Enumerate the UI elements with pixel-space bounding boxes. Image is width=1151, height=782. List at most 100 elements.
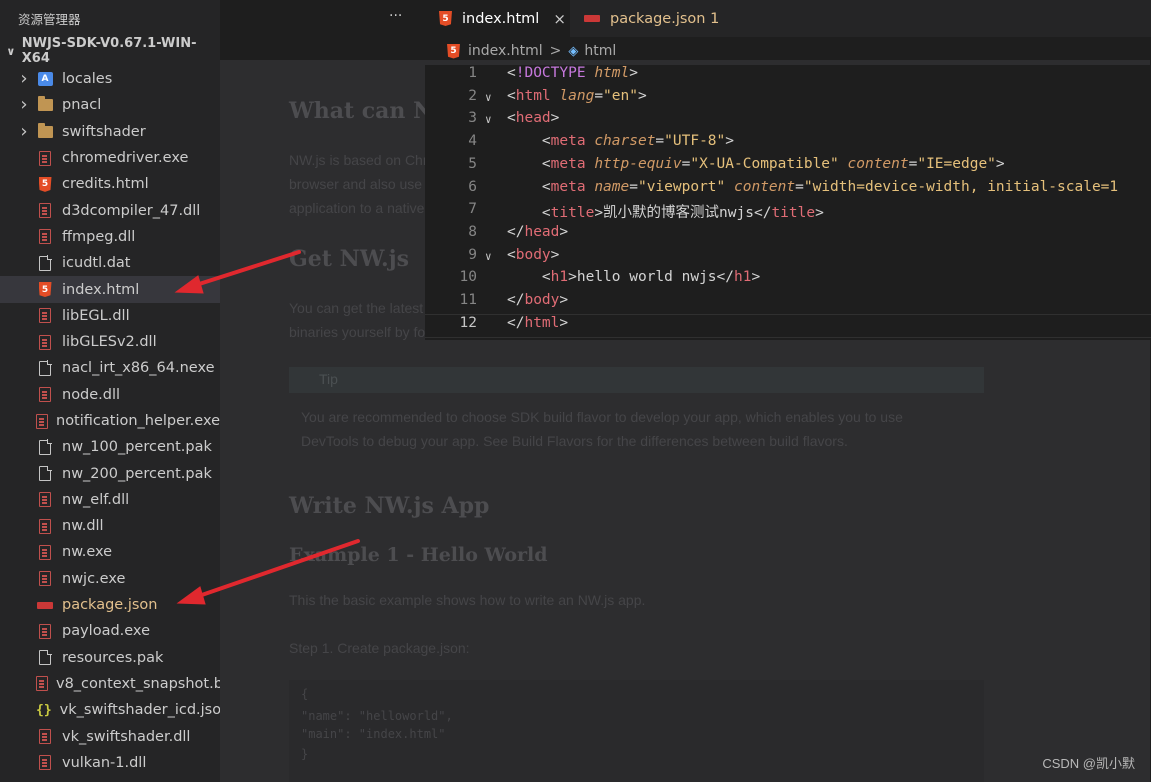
npm-icon xyxy=(584,15,600,22)
binary-file-icon xyxy=(36,307,54,325)
binary-file-icon xyxy=(36,386,54,404)
code-line: 9 ∨ <body> xyxy=(425,247,1151,270)
tree-item-label: libGLESv2.dll xyxy=(62,334,157,351)
tree-item-label: libEGL.dll xyxy=(62,307,130,324)
tree-item-label: icudtl.dat xyxy=(62,255,131,272)
tree-folder-pnacl[interactable]: › pnacl xyxy=(0,92,220,118)
breadcrumb: 5 index.html > ◈ html xyxy=(425,37,1151,65)
code-line-current: 12 </html> xyxy=(425,313,1151,339)
doc-heading-get: Get NW.js xyxy=(289,246,410,272)
binary-file-icon xyxy=(36,675,48,693)
code-line: 3 ∨ <head> xyxy=(425,110,1151,133)
tree-file-index-html[interactable]: 5 index.html xyxy=(0,276,220,303)
tree-item-label: d3dcompiler_47.dll xyxy=(62,202,201,219)
tree-item-label: locales xyxy=(62,71,113,88)
tree-file-node-dll[interactable]: node.dll xyxy=(0,382,220,408)
breadcrumb-file[interactable]: index.html xyxy=(468,43,543,59)
tree-item-label: nw_elf.dll xyxy=(62,491,130,508)
binary-file-icon xyxy=(36,570,54,588)
tree-item-label: index.html xyxy=(62,281,140,298)
more-actions-icon[interactable]: ··· xyxy=(389,8,402,24)
tree-file-vk-swiftshader-icd-json[interactable]: {} vk_swiftshader_icd.json xyxy=(0,697,220,723)
binary-file-icon xyxy=(36,333,54,351)
tree-file-payload-exe[interactable]: payload.exe xyxy=(0,618,220,644)
line-number: 7 xyxy=(468,201,477,218)
tree-item-label: nacl_irt_x86_64.nexe xyxy=(62,360,215,377)
fold-chevron-icon[interactable]: ∨ xyxy=(485,91,492,104)
json-icon: {} xyxy=(36,702,52,718)
code-line: 6 <meta name="viewport" content="width=d… xyxy=(425,179,1151,202)
tree-file-nw-200-percent-pak[interactable]: nw_200_percent.pak xyxy=(0,460,220,486)
tab-label: package.json 1 xyxy=(610,10,720,27)
tree-item-label: credits.html xyxy=(62,176,149,193)
tree-item-label: node.dll xyxy=(62,386,121,403)
tab-package-json[interactable]: package.json 1 xyxy=(570,0,730,37)
tree-file-resources-pak[interactable]: resources.pak xyxy=(0,645,220,671)
folder-icon xyxy=(36,96,54,114)
tree-item-label: nw.dll xyxy=(62,518,104,535)
tree-file-v8-context-snapshot-bin[interactable]: v8_context_snapshot.bin xyxy=(0,671,220,697)
tree-item-label: chromedriver.exe xyxy=(62,150,189,167)
binary-file-icon xyxy=(36,622,54,640)
file-icon xyxy=(36,465,54,483)
doc-code-block: { "name": "helloworld", "main": "index.h… xyxy=(289,680,984,782)
tree-item-label: ffmpeg.dll xyxy=(62,228,136,245)
code-line: 5 <meta http-equiv="X-UA-Compatible" con… xyxy=(425,156,1151,179)
tree-file-nw-dll[interactable]: nw.dll xyxy=(0,513,220,539)
fold-chevron-icon[interactable]: ∨ xyxy=(485,113,492,126)
tree-item-label: v8_context_snapshot.bin xyxy=(56,675,220,692)
doc-heading-example: Example 1 - Hello World xyxy=(289,544,548,566)
tree-file-vk-swiftshader-dll[interactable]: vk_swiftshader.dll xyxy=(0,723,220,749)
tree-file-vulkan-1-dll[interactable]: vulkan-1.dll xyxy=(0,750,220,776)
tree-folder-locales[interactable]: › Alocales xyxy=(0,66,220,92)
close-icon[interactable]: × xyxy=(553,10,566,28)
tree-file-nw-exe[interactable]: nw.exe xyxy=(0,539,220,565)
file-icon xyxy=(36,254,54,272)
tree-item-label: nw_100_percent.pak xyxy=(62,439,212,456)
doc-heading-write: Write NW.js App xyxy=(289,493,490,519)
tab-index-html[interactable]: 5 index.html × xyxy=(425,0,570,37)
editor-tab-bar: 5 index.html × package.json 1 xyxy=(425,0,1151,37)
tree-file-ffmpeg-dll[interactable]: ffmpeg.dll xyxy=(0,224,220,250)
breadcrumb-separator: > xyxy=(549,43,562,59)
tree-item-label: package.json xyxy=(62,597,158,614)
line-number: 10 xyxy=(459,269,477,286)
doc-tip-box: Tip xyxy=(289,367,984,393)
breadcrumb-symbol[interactable]: html xyxy=(584,43,616,59)
line-number: 4 xyxy=(468,133,477,150)
tree-item-label: nwjc.exe xyxy=(62,570,126,587)
symbol-element-icon: ◈ xyxy=(568,43,579,59)
explorer-header: 资源管理器 xyxy=(0,0,220,36)
binary-file-icon xyxy=(36,412,48,430)
tree-file-d3dcompiler-47-dll[interactable]: d3dcompiler_47.dll xyxy=(0,197,220,223)
tree-file-nw-elf-dll[interactable]: nw_elf.dll xyxy=(0,487,220,513)
fold-chevron-icon[interactable]: ∨ xyxy=(485,250,492,263)
tree-file-credits-html[interactable]: 5 credits.html xyxy=(0,171,220,197)
code-line: 11 </body> xyxy=(425,292,1151,315)
tree-file-notification-helper-exe[interactable]: notification_helper.exe xyxy=(0,408,220,434)
line-number: 1 xyxy=(468,65,477,81)
line-number: 12 xyxy=(459,314,477,331)
binary-file-icon xyxy=(36,728,54,746)
tree-item-label: resources.pak xyxy=(62,649,164,666)
tree-file-package-json[interactable]: package.json1 xyxy=(0,592,220,618)
tab-label: index.html xyxy=(462,10,540,27)
npm-icon xyxy=(36,596,54,614)
tree-folder-swiftshader[interactable]: › swiftshader xyxy=(0,119,220,145)
tree-file-libegl-dll[interactable]: libEGL.dll xyxy=(0,303,220,329)
doc-paragraph: You are recommended to choose SDK build … xyxy=(301,409,903,425)
explorer-root-folder[interactable]: ∨ NWJS-SDK-V0.67.1-WIN-X64 xyxy=(0,36,220,66)
html5-icon: 5 xyxy=(447,43,460,59)
tree-file-libglesv2-dll[interactable]: libGLESv2.dll xyxy=(0,329,220,355)
tree-item-label: vk_swiftshader_icd.json xyxy=(59,702,220,719)
tree-file-chromedriver-exe[interactable]: chromedriver.exe xyxy=(0,145,220,171)
tree-file-nwjc-exe[interactable]: nwjc.exe xyxy=(0,566,220,592)
code-line: 4 <meta charset="UTF-8"> xyxy=(425,133,1151,156)
tree-file-nw-100-percent-pak[interactable]: nw_100_percent.pak xyxy=(0,434,220,460)
watermark: CSDN @凯小默 xyxy=(1042,756,1135,771)
tree-file-icudtl-dat[interactable]: icudtl.dat xyxy=(0,250,220,276)
code-editor[interactable]: 1 <!DOCTYPE html> 2 ∨ <html lang="en"> 3 ∨ <h… xyxy=(425,65,1151,340)
tree-item-label: swiftshader xyxy=(62,123,146,140)
tree-file-nacl-irt-x86-64-nexe[interactable]: nacl_irt_x86_64.nexe xyxy=(0,355,220,381)
html5-icon: 5 xyxy=(36,175,54,193)
